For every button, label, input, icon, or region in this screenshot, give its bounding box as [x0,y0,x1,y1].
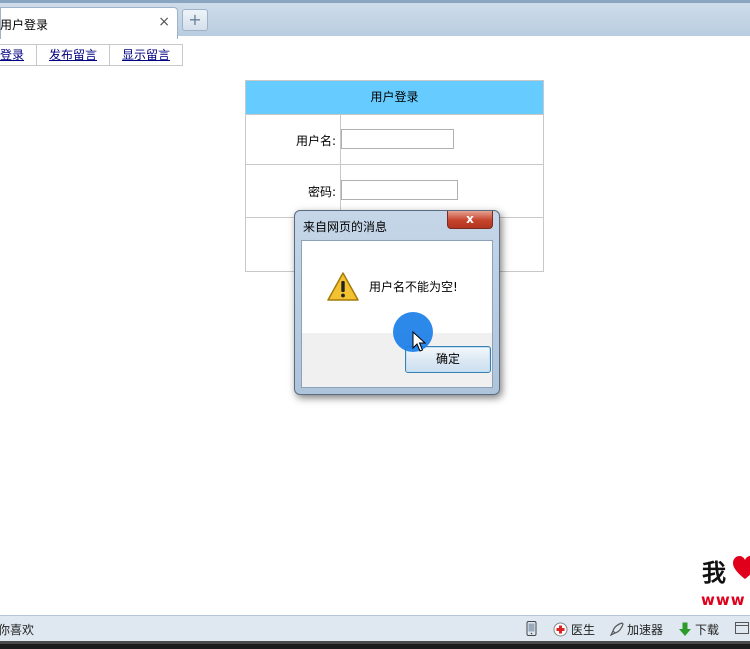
rocket-icon [610,622,624,637]
doctor-icon [553,622,568,637]
close-icon: x [466,212,474,226]
browser-tab-strip: 用户登录 × + [0,0,750,39]
nav-link-show-messages[interactable]: 显示留言 [110,45,182,65]
accelerator-button[interactable]: 加速器 [610,621,663,638]
status-bar: 你喜欢 医生 加速器 下载 [0,615,750,641]
download-button[interactable]: 下载 [678,621,719,638]
page-nav: 登录 发布留言 显示留言 [0,44,184,66]
new-tab-button[interactable]: + [182,9,208,31]
heart-icon [733,556,750,579]
watermark-url: www [701,591,746,609]
dialog-title: 来自网页的消息 [303,220,388,234]
watermark-logo: 我 www [700,553,750,613]
tab-title: 用户登录 [0,18,49,32]
warning-icon [327,272,359,301]
login-title: 用户登录 [246,81,543,115]
browser-tab[interactable]: 用户登录 × [0,7,178,39]
doctor-button[interactable]: 医生 [553,621,595,638]
taskbar-edge [0,641,750,649]
watermark-char: 我 [702,558,726,587]
dialog-message: 用户名不能为空! [369,280,458,294]
phone-icon[interactable] [526,621,540,636]
nav-link-login[interactable]: 登录 [0,45,38,65]
dialog-close-button[interactable]: x [447,211,493,229]
accelerator-label: 加速器 [627,623,664,637]
password-label: 密码: [307,185,336,199]
tab-close-icon[interactable]: × [158,14,170,30]
doctor-label: 医生 [571,623,596,637]
username-row: 用户名: [246,115,543,165]
password-input[interactable] [341,180,458,200]
dialog-body: 用户名不能为空! 确定 [301,240,493,388]
download-label: 下载 [695,623,720,637]
window-icon[interactable] [735,621,750,635]
username-input[interactable] [341,129,454,149]
download-icon [679,622,691,636]
username-label: 用户名: [295,134,336,148]
nav-link-post-message[interactable]: 发布留言 [37,45,111,65]
alert-dialog: 来自网页的消息 x 用户名不能为空! 确定 [294,210,500,395]
mouse-pointer-icon [412,331,426,352]
status-text: 你喜欢 [0,623,35,637]
